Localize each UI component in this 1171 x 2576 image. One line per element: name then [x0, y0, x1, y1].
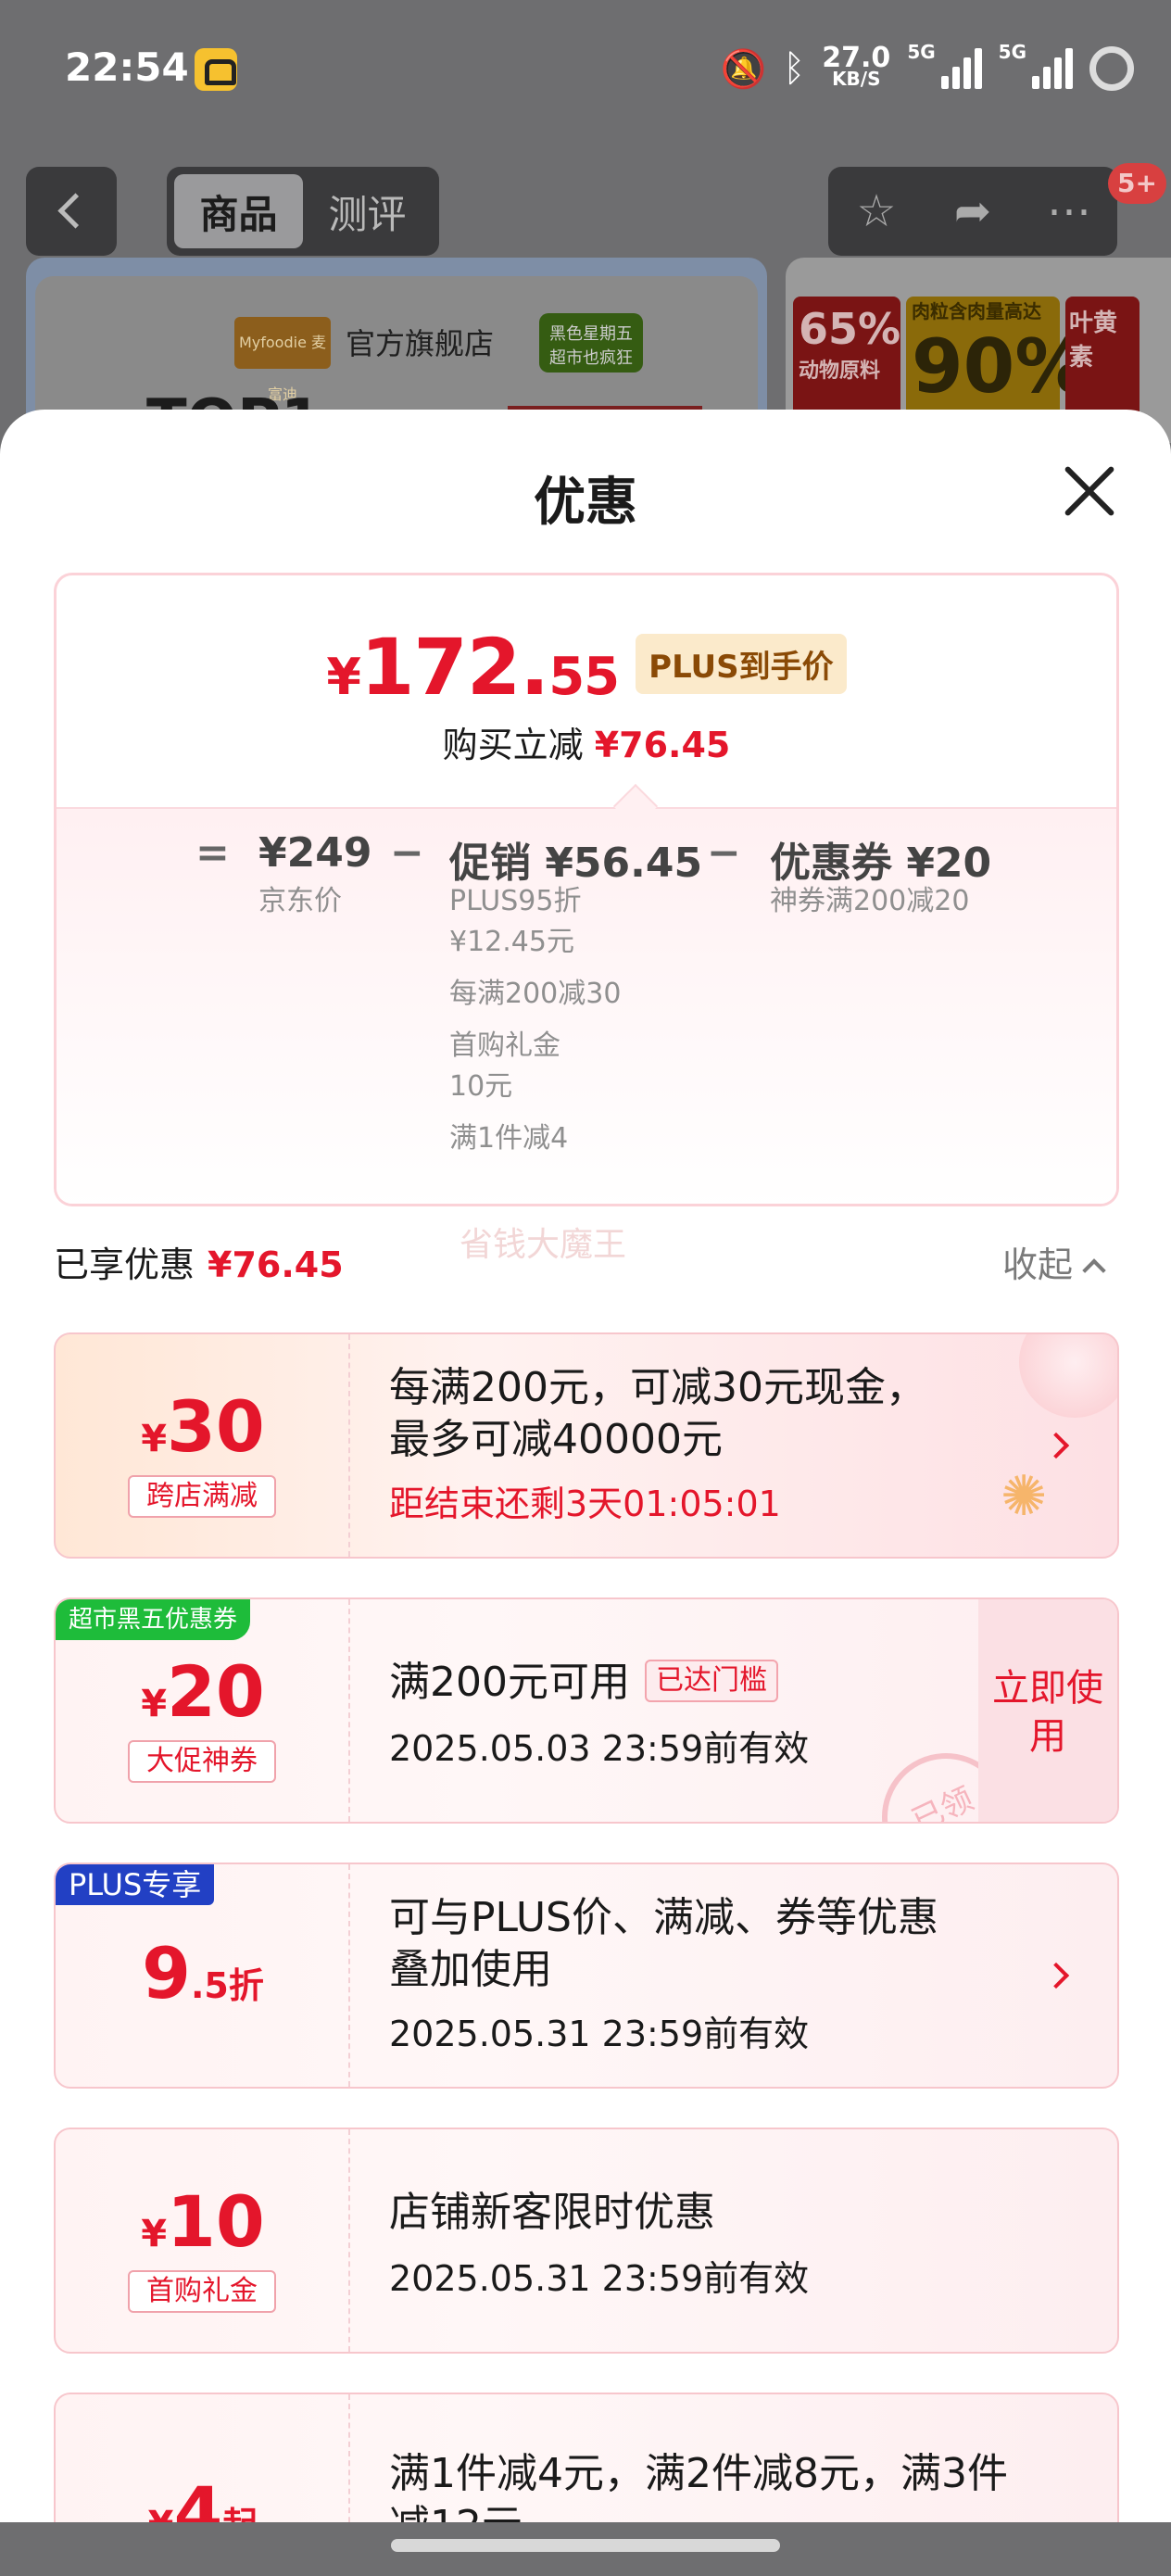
coupon-tag: 跨店满减 — [128, 1475, 276, 1518]
plus-exclusive-badge: PLUS专享 — [56, 1864, 215, 1905]
coupon-validity: 2025.05.31 23:59前有效 — [389, 2258, 810, 2299]
share-icon[interactable]: ➦ — [936, 185, 1010, 237]
coupon-desc-line: 满1件减4元，满2件减8元，满3件 — [389, 2450, 1008, 2497]
signal-icon — [940, 48, 982, 89]
plus-price-tag: PLUS到手价 — [636, 634, 847, 694]
coupon-value-panel: ¥30 跨店满减 — [56, 1334, 350, 1557]
home-indicator[interactable] — [391, 2539, 780, 2552]
promo-item: 每满200减30 — [449, 978, 622, 1010]
enjoyed-discount: 已享优惠 ¥76.45 — [54, 1244, 344, 1285]
battery-ring-icon — [1089, 46, 1134, 91]
sheet-title: 优惠 — [534, 473, 637, 533]
promo-item: 首购礼金 — [449, 1029, 560, 1062]
use-now-button[interactable]: 立即使用 — [978, 1599, 1117, 1822]
watermark: 省钱大魔王 — [460, 1226, 627, 1264]
coupon-total: 优惠券 ¥20 — [770, 840, 992, 887]
back-button[interactable] — [26, 167, 117, 256]
coupon-detail: 神券满200减20 — [770, 885, 970, 917]
instant-discount-label: 购买立减 — [442, 725, 584, 765]
coupon-amount: ¥30 — [141, 1385, 265, 1468]
final-price-row: ¥172.55 PLUS到手价 — [57, 622, 1116, 713]
coupon-amount: ¥20 — [141, 1650, 265, 1733]
promo-item: PLUS95折 — [449, 885, 582, 917]
tab-review[interactable]: 测评 — [303, 174, 432, 248]
product-topbar: 商品 测评 ☆ ➦ ⋯ 5+ — [0, 158, 1171, 259]
minus-sign-2: − — [707, 829, 741, 877]
coupon-desc-line: 叠加使用 — [389, 1946, 552, 1993]
more-icon[interactable]: ⋯ — [1032, 185, 1106, 237]
net-type-1: 5G — [907, 41, 936, 63]
promo-item: 10元 — [449, 1070, 513, 1103]
enjoyed-amount: ¥76.45 — [208, 1244, 344, 1285]
chevron-right-icon[interactable] — [1042, 1432, 1070, 1459]
collapse-button[interactable]: 收起 — [1002, 1236, 1106, 1287]
chevron-up-icon — [1082, 1258, 1106, 1282]
coupon-plus-exclusive[interactable]: 9.5折 PLUS专享 可与PLUS价、满减、券等优惠 叠加使用 2025.05… — [54, 1863, 1119, 2089]
status-indicators: 🔕 ᛒ 27.0 KB/S 5G 5G — [720, 41, 1134, 96]
promo-item: 满1件减4 — [449, 1122, 569, 1155]
promo-total: 促销 ¥56.45 — [449, 840, 703, 887]
promo-item: ¥12.45元 — [449, 926, 574, 958]
coupon-desc-line: 每满200元，可减30元现金， — [389, 1364, 926, 1411]
net-type-2: 5G — [998, 41, 1026, 63]
discount-sheet: 优惠 ¥172.55 PLUS到手价 购买立减 ¥76.45 = ¥249 京东价… — [0, 410, 1171, 2576]
coupon-amount: ¥10 — [141, 2180, 265, 2263]
status-time: 22:54 — [65, 44, 189, 90]
status-bar: 22:54 🔕 ᛒ 27.0 KB/S 5G 5G — [0, 0, 1171, 139]
store-promo-tag: 黑色星期五 超市也疯狂 — [539, 313, 643, 373]
app-notification-icon — [195, 48, 237, 91]
sparkle-icon: ✺ — [1001, 1464, 1048, 1529]
coupon-desc-line: 可与PLUS价、满减、券等优惠 — [389, 1894, 938, 1941]
top-actions: ☆ ➦ ⋯ — [828, 167, 1117, 256]
network-speed: 27.0 KB/S — [822, 42, 891, 90]
instant-discount-row: 购买立减 ¥76.45 — [57, 716, 1116, 767]
store-logo: Myfoodie 麦富迪 — [234, 317, 331, 403]
star-icon[interactable]: ☆ — [839, 185, 913, 237]
coupon-super-black-friday[interactable]: ¥20 大促神券 超市黑五优惠券 满200元可用 已达门槛 2025.05.03 … — [54, 1597, 1119, 1824]
minus-sign-1: − — [390, 829, 424, 877]
coupon-desc-line: 最多可减40000元 — [389, 1416, 723, 1463]
coupon-corner-badge: 超市黑五优惠券 — [56, 1599, 251, 1640]
jd-price-label: 京东价 — [258, 885, 342, 917]
coupon-amount: 9.5折 — [142, 1932, 264, 2014]
final-price: ¥172.55 — [326, 622, 620, 713]
coupon-desc-line: 店铺新客限时优惠 — [389, 2189, 715, 2236]
tab-product[interactable]: 商品 — [174, 174, 303, 248]
close-icon[interactable] — [1062, 463, 1117, 519]
coupon-desc-line: 满200元可用 已达门槛 — [389, 1657, 778, 1709]
signal-icon-2 — [1032, 48, 1073, 89]
price-summary-card: ¥172.55 PLUS到手价 购买立减 ¥76.45 = ¥249 京东价 − … — [54, 573, 1119, 1206]
decor-bubble — [1019, 1334, 1117, 1418]
store-name: 官方旗舰店 — [346, 326, 495, 361]
coupon-validity: 2025.05.03 23:59前有效 — [389, 1728, 810, 1769]
message-badge: 5+ — [1108, 163, 1166, 204]
coupon-cross-store[interactable]: ✺ ¥30 跨店满减 每满200元，可减30元现金， 最多可减40000元 距结… — [54, 1332, 1119, 1559]
chevron-right-icon[interactable] — [1042, 1962, 1070, 1989]
coupon-value-panel: ¥10 首购礼金 — [56, 2129, 350, 2352]
coupon-validity: 2025.05.31 23:59前有效 — [389, 2014, 810, 2054]
coupon-tag: 大促神券 — [128, 1740, 276, 1783]
coupon-first-purchase[interactable]: ¥10 首购礼金 店铺新客限时优惠 2025.05.31 23:59前有效 — [54, 2128, 1119, 2354]
bluetooth-icon: ᛒ — [783, 47, 806, 90]
product-tabs: 商品 测评 — [167, 167, 439, 256]
gesture-bar — [0, 2522, 1171, 2576]
threshold-met-tag: 已达门槛 — [644, 1660, 778, 1702]
mute-bell-icon: 🔕 — [720, 47, 767, 91]
coupon-countdown: 距结束还剩3天01:05:01 — [389, 1484, 781, 1524]
instant-discount-amount: ¥76.45 — [594, 725, 731, 765]
equals-sign: = — [195, 829, 230, 877]
coupon-tag: 首购礼金 — [128, 2270, 276, 2313]
jd-price: ¥249 — [258, 829, 372, 877]
